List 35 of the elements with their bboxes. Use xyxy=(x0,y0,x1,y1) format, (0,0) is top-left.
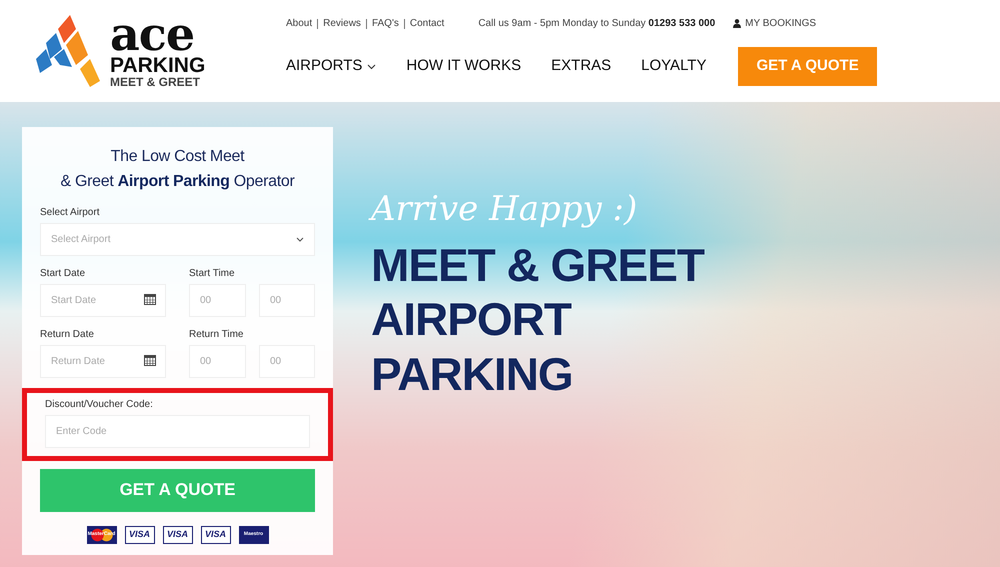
nav-link[interactable]: EXTRAS xyxy=(551,55,612,78)
field-label: Return Date xyxy=(40,328,95,342)
user-icon xyxy=(733,19,742,28)
chevron-down-icon xyxy=(296,236,304,242)
field-label: Return Time xyxy=(189,328,244,342)
logo-subtitle: PARKING xyxy=(110,55,206,76)
logo-mark-icon xyxy=(36,14,100,87)
my-bookings-link[interactable]: MY BOOKINGS xyxy=(733,16,816,32)
call-info: Call us 9am - 5pm Monday to Sunday 01293 533 000 xyxy=(478,17,716,32)
form-title: The Low Cost Meet xyxy=(110,147,246,167)
nav-link[interactable]: AIRPORTS xyxy=(286,55,376,78)
payment-card-logo: VISA xyxy=(124,526,154,544)
calendar-icon xyxy=(144,354,156,366)
hero-headline: MEET & GREET AIRPORT PARKING xyxy=(371,238,704,401)
logo-tagline: MEET & GREET xyxy=(110,76,202,88)
date-field[interactable]: Return Date xyxy=(40,344,166,378)
field-label: Select Airport xyxy=(40,206,100,220)
top-link[interactable]: About xyxy=(286,16,312,32)
hero-tagline: Arrive Happy :) xyxy=(371,192,704,226)
field-label: Discount/Voucher Code: xyxy=(45,398,154,412)
nav-link[interactable]: LOYALTY xyxy=(641,55,706,78)
logo-wordmark: ace xyxy=(110,14,194,56)
payment-card-logo: VISA xyxy=(200,526,230,544)
field-label: Start Time xyxy=(189,266,236,281)
voucher-code-field[interactable]: Enter Code xyxy=(45,414,310,448)
top-link[interactable]: Reviews xyxy=(317,18,361,29)
date-field[interactable]: Start Date xyxy=(40,284,166,317)
top-link[interactable]: Contact xyxy=(404,18,444,29)
field-label: Start Date xyxy=(40,266,86,281)
chevron-down-icon xyxy=(367,64,376,70)
payment-card-logo: VISA xyxy=(162,526,192,544)
nav-link[interactable]: HOW IT WORKS xyxy=(406,55,522,78)
form-title: & Greet Airport Parking Operator xyxy=(59,172,296,192)
calendar-icon xyxy=(144,292,156,305)
top-link[interactable]: FAQ's xyxy=(366,18,399,29)
